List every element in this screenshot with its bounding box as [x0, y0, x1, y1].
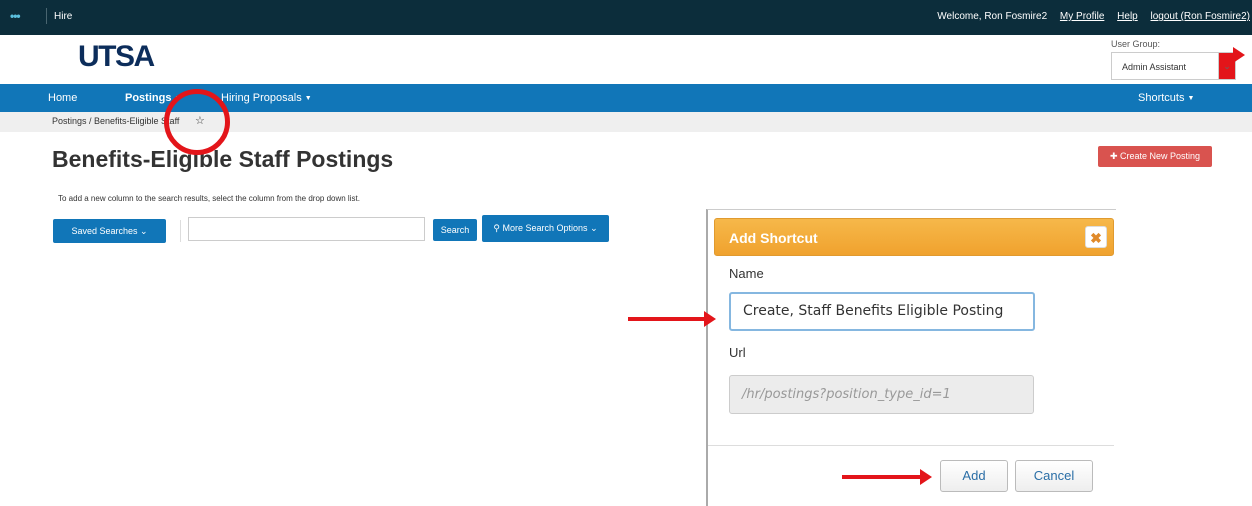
- my-profile-link[interactable]: My Profile: [1060, 11, 1104, 22]
- user-links: Welcome, Ron Fosmire2 My Profile Help lo…: [937, 11, 1252, 22]
- search-icon: ⚲: [493, 223, 500, 233]
- dialog-title: Add Shortcut: [729, 230, 818, 246]
- logout-link[interactable]: logout (Ron Fosmire2): [1151, 11, 1250, 22]
- nav-home[interactable]: Home: [48, 92, 77, 104]
- more-search-options-button[interactable]: ⚲ More Search Options ⌄: [482, 215, 609, 242]
- nav-shortcuts[interactable]: Shortcuts ▼: [1138, 92, 1194, 104]
- annotation-arrow: [842, 469, 932, 485]
- search-button[interactable]: Search: [433, 219, 477, 241]
- annotation-arrow: [628, 311, 716, 327]
- top-bar: ••• Hire Welcome, Ron Fosmire2 My Profil…: [0, 0, 1252, 35]
- instructions-text: To add a new column to the search result…: [58, 194, 360, 203]
- more-search-options-label: More Search Options: [502, 223, 588, 233]
- nav-hiring-proposals-label: Hiring Proposals: [221, 92, 302, 104]
- create-new-posting-button[interactable]: ✚ Create New Posting: [1098, 146, 1212, 167]
- divider: [46, 8, 47, 24]
- shortcut-url-input: /hr/postings?position_type_id=1: [729, 375, 1034, 414]
- caret-down-icon: ▼: [304, 94, 312, 102]
- saved-searches-button[interactable]: Saved Searches ⌄: [53, 219, 166, 243]
- app-name[interactable]: Hire: [54, 11, 72, 22]
- chevron-down-icon: ⌄: [1218, 47, 1245, 79]
- user-group-select[interactable]: Admin Assistant ⌄: [1111, 47, 1245, 80]
- shortcut-name-input[interactable]: Create, Staff Benefits Eligible Posting: [729, 292, 1035, 331]
- utsa-logo[interactable]: UTSA: [78, 40, 155, 74]
- dialog-divider: [708, 445, 1114, 446]
- welcome-text: Welcome, Ron Fosmire2: [937, 11, 1048, 22]
- nav-shortcuts-label: Shortcuts: [1138, 92, 1185, 104]
- user-group-label: User Group:: [1111, 39, 1161, 49]
- close-icon[interactable]: ✖: [1085, 226, 1107, 248]
- help-link[interactable]: Help: [1117, 11, 1138, 22]
- divider: [180, 220, 181, 242]
- nav-postings-label: Postings: [125, 92, 172, 104]
- add-button[interactable]: Add: [940, 460, 1008, 492]
- annotation-circle: [164, 89, 230, 155]
- user-group-value: Admin Assistant: [1122, 62, 1187, 72]
- chevron-down-icon: ⌄: [590, 223, 598, 233]
- cancel-button[interactable]: Cancel: [1015, 460, 1093, 492]
- search-input[interactable]: [188, 217, 425, 241]
- saved-searches-label: Saved Searches: [71, 226, 138, 236]
- chevron-down-icon: ⌄: [140, 226, 148, 236]
- caret-down-icon: ▼: [1187, 94, 1195, 102]
- create-new-posting-label: Create New Posting: [1120, 151, 1201, 161]
- app-menu-icon[interactable]: •••: [10, 9, 21, 23]
- dialog-header: Add Shortcut ✖: [714, 218, 1114, 256]
- breadcrumb-text[interactable]: Postings / Benefits-Eligible Staff: [52, 116, 179, 126]
- page-title: Benefits-Eligible Staff Postings: [52, 146, 394, 172]
- url-label: Url: [729, 345, 746, 360]
- add-shortcut-dialog: Add Shortcut ✖ Name Create, Staff Benefi…: [706, 209, 1116, 506]
- name-label: Name: [729, 266, 764, 281]
- nav-hiring-proposals[interactable]: Hiring Proposals ▼: [221, 92, 312, 104]
